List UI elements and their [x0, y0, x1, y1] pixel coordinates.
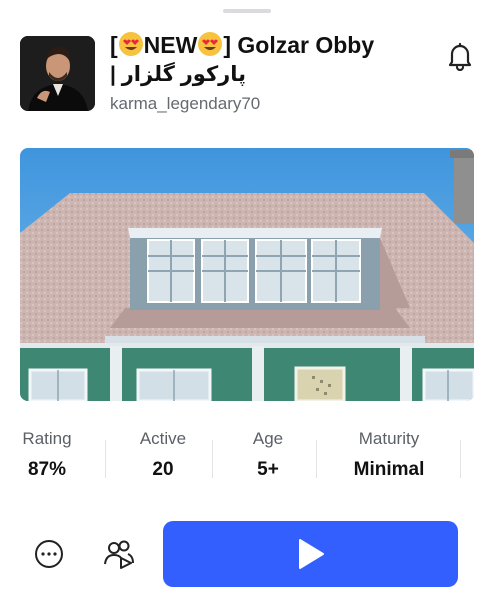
stat-label: Maturity — [358, 429, 420, 448]
stat-divider — [105, 440, 106, 478]
stat-divider — [212, 440, 213, 478]
game-header: [ NEW ] Golzar Obby | پارکور گلزار karma_l… — [20, 30, 480, 126]
stat-label: Age — [252, 429, 284, 448]
game-thumbnail — [20, 36, 95, 111]
stat-value: 87% — [27, 459, 67, 480]
game-banner-image[interactable] — [20, 148, 474, 401]
creator-name[interactable]: karma_legendary70 — [110, 94, 430, 114]
game-stats: Rating 87% Active 20 Age 5+ Maturity Min… — [0, 428, 500, 488]
sheet-drag-handle[interactable] — [223, 9, 271, 13]
title-text: ] Golzar Obby — [223, 32, 375, 58]
stat-age: Age 5+ — [237, 428, 299, 486]
stat-value: 5+ — [257, 459, 279, 480]
stat-active: Active 20 — [130, 428, 196, 486]
stat-label: Rating — [22, 429, 72, 448]
title-new: NEW — [143, 32, 198, 58]
game-subtitle: | پارکور گلزار — [110, 63, 247, 86]
play-icon — [298, 539, 324, 569]
stat-label: Active — [139, 429, 187, 448]
stat-divider — [316, 440, 317, 478]
stat-divider — [460, 440, 461, 478]
action-bar — [0, 520, 500, 600]
game-title: [ NEW ] Golzar Obby — [110, 30, 430, 60]
more-horizontal-icon[interactable] — [29, 534, 69, 574]
stat-value: 20 — [152, 459, 174, 480]
stat-rating: Rating 87% — [14, 428, 80, 486]
stat-value: Minimal — [353, 459, 425, 480]
play-button[interactable] — [163, 521, 458, 587]
stat-maturity: Maturity Minimal — [335, 428, 443, 486]
party-icon[interactable] — [99, 534, 139, 574]
bell-icon[interactable] — [444, 40, 476, 72]
heart-eyes-emoji-icon — [118, 32, 144, 58]
heart-eyes-emoji-icon — [197, 32, 223, 58]
title-bracket-open: [ — [110, 32, 118, 58]
